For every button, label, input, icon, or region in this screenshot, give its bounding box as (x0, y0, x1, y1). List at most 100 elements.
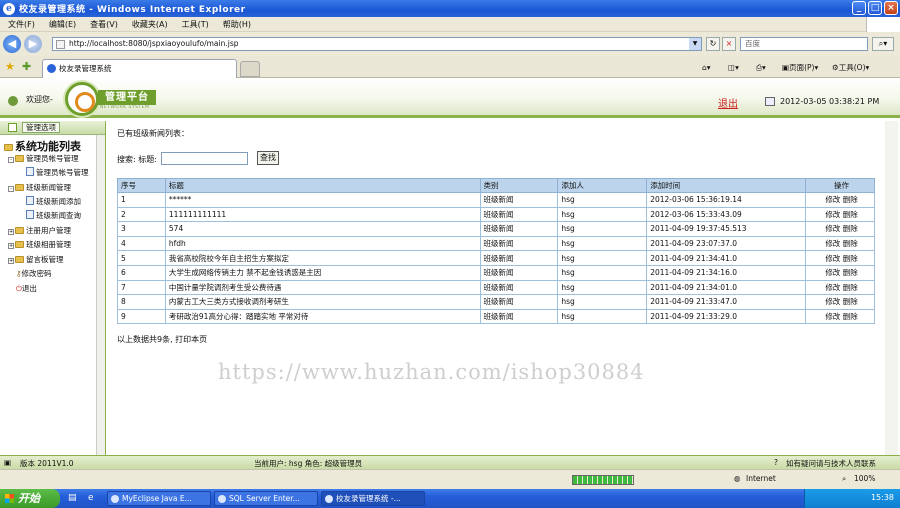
logout-link[interactable]: 退出 (718, 95, 738, 110)
favorites-star-icon[interactable]: ★ (5, 60, 15, 73)
sidebar-item-admin-account[interactable]: - 管理员帐号管理 (8, 153, 79, 165)
address-dropdown-icon[interactable]: ▼ (689, 38, 701, 50)
tree-title: 系统功能列表 (4, 138, 81, 154)
menu-favorites[interactable]: 收藏夹(A) (132, 19, 168, 30)
delete-link[interactable]: 删除 (843, 254, 858, 263)
delete-link[interactable]: 删除 (843, 268, 858, 277)
feeds-icon[interactable]: ◫▾ (728, 61, 739, 75)
row-user: hsg (557, 250, 648, 266)
row-time: 2012-03-06 15:33:43.09 (646, 206, 807, 223)
start-button[interactable]: 开始 (0, 489, 60, 508)
collapse-icon[interactable]: - (8, 186, 14, 192)
page-menu[interactable]: ▣页面(P)▾ (782, 61, 818, 75)
minimize-button[interactable]: _ (852, 1, 866, 15)
edit-link[interactable]: 修改 (825, 195, 840, 204)
sidebar-item-label: 注册用户管理 (26, 226, 71, 235)
new-tab-button[interactable] (240, 61, 260, 77)
stop-icon[interactable]: × (722, 37, 736, 51)
folder-icon (15, 155, 24, 162)
back-button[interactable]: ◀ (3, 35, 21, 53)
row-no: 7 (117, 279, 166, 296)
menu-tools[interactable]: 工具(T) (182, 19, 209, 30)
row-user: hsg (557, 308, 648, 325)
app-header: 欢迎您- 管理平台 NETWORK SYSTEM 退出 2012-03-05 0… (0, 78, 900, 118)
delete-link[interactable]: 删除 (843, 283, 858, 292)
quicklaunch-ie-icon[interactable]: e (88, 493, 94, 503)
address-url: http://localhost:8080/jspxiaoyoulufo/mai… (69, 39, 239, 48)
expand-icon[interactable]: + (8, 258, 14, 264)
row-no: 3 (117, 221, 166, 237)
delete-link[interactable]: 删除 (843, 297, 858, 306)
home-icon[interactable]: ⌂▾ (702, 61, 711, 75)
search-input[interactable]: 百度 (740, 37, 868, 51)
delete-link[interactable]: 删除 (843, 224, 858, 233)
print-icon[interactable]: ⎙▾ (756, 61, 766, 75)
edit-link[interactable]: 修改 (825, 224, 840, 233)
row-no: 1 (117, 192, 166, 208)
row-title: 我省高校院校今年自主招生方案拟定 (164, 250, 481, 266)
tools-menu[interactable]: ⚙工具(O)▾ (832, 61, 869, 75)
row-user: hsg (557, 221, 648, 237)
find-button[interactable]: 查找 (257, 151, 279, 165)
sidebar-item-admin-account-manage[interactable]: 管理员帐号管理 (26, 167, 89, 179)
row-ops: 修改 删除 (805, 279, 875, 296)
col-type: 类别 (479, 178, 559, 193)
zoom-icon[interactable]: ⌕ (842, 474, 846, 484)
taskbar-item-myeclipse[interactable]: MyEclipse Java E... (107, 491, 211, 506)
zoom-level[interactable]: 100% (854, 474, 875, 483)
delete-link[interactable]: 删除 (843, 239, 858, 248)
title-search-input[interactable] (161, 152, 248, 165)
row-time: 2011-04-09 23:07:37.0 (646, 235, 807, 252)
menu-file[interactable]: 文件(F) (8, 19, 35, 30)
sidebar-item-change-password[interactable]: ⚷修改密码 (16, 268, 52, 280)
collapse-icon[interactable]: - (8, 157, 14, 163)
edit-link[interactable]: 修改 (825, 312, 840, 321)
sidebar-item-label: 班级新闻查询 (36, 211, 81, 220)
sidebar-item-registered-users[interactable]: + 注册用户管理 (8, 225, 71, 237)
delete-link[interactable]: 删除 (843, 210, 858, 219)
edit-link[interactable]: 修改 (825, 297, 840, 306)
page-icon (56, 40, 65, 49)
search-icon[interactable]: ⌕▾ (872, 37, 894, 51)
expand-icon[interactable]: + (8, 229, 14, 235)
edit-link[interactable]: 修改 (825, 268, 840, 277)
sidebar-item-class-news-query[interactable]: 班级新闻查询 (26, 210, 81, 222)
add-favorites-icon[interactable]: ✚ (22, 60, 31, 73)
taskbar-item-sqlserver[interactable]: SQL Server Enter... (214, 491, 318, 506)
row-ops: 修改 删除 (805, 221, 875, 237)
refresh-icon[interactable]: ↻ (706, 37, 720, 51)
address-input[interactable]: http://localhost:8080/jspxiaoyoulufo/mai… (52, 37, 702, 51)
edit-link[interactable]: 修改 (825, 283, 840, 292)
app-statusbar: ▣ 版本 2011V1.0 当前用户: hsg 角色: 超级管理员 ? 如有疑问… (0, 455, 900, 469)
tab-main[interactable]: 校友录管理系统 (42, 59, 237, 78)
col-time: 添加时间 (646, 178, 807, 193)
sidebar-item-exit[interactable]: ⏻退出 (16, 283, 37, 295)
page-menu-label: 页面(P) (789, 63, 815, 72)
menu-edit[interactable]: 编辑(E) (49, 19, 76, 30)
edit-link[interactable]: 修改 (825, 210, 840, 219)
maximize-button[interactable]: □ (868, 1, 882, 15)
sidebar-item-class-news-add[interactable]: 班级新闻添加 (26, 196, 81, 208)
sidebar-toggle-icon[interactable] (8, 123, 17, 132)
sidebar-item-class-news[interactable]: - 班级新闻管理 (8, 182, 71, 194)
menu-help[interactable]: 帮助(H) (223, 19, 251, 30)
edit-link[interactable]: 修改 (825, 254, 840, 263)
quicklaunch-desktop-icon[interactable]: ▤ (68, 493, 77, 503)
sidebar-item-guestbook[interactable]: + 留言板管理 (8, 254, 64, 266)
delete-link[interactable]: 删除 (843, 312, 858, 321)
row-title: 内蒙古工大三类方式接收调剂考研生 (164, 294, 481, 310)
menu-view[interactable]: 查看(V) (90, 19, 118, 30)
system-tray: 15:38 (804, 489, 900, 508)
sidebar-item-class-album[interactable]: + 班级相册管理 (8, 239, 71, 251)
ie-icon: e (3, 2, 15, 15)
delete-link[interactable]: 删除 (843, 195, 858, 204)
row-title: 考研政治91高分心得：踏踏实地 平常对待 (164, 308, 481, 325)
close-button[interactable]: × (884, 1, 898, 15)
row-ops: 修改 删除 (805, 235, 875, 252)
edit-link[interactable]: 修改 (825, 239, 840, 248)
sidebar-scrollbar[interactable] (96, 135, 105, 455)
main-scrollbar[interactable] (885, 121, 898, 455)
forward-button[interactable]: ▶ (24, 35, 42, 53)
taskbar-item-ie[interactable]: 校友录管理系统 -... (321, 491, 425, 506)
expand-icon[interactable]: + (8, 243, 14, 249)
